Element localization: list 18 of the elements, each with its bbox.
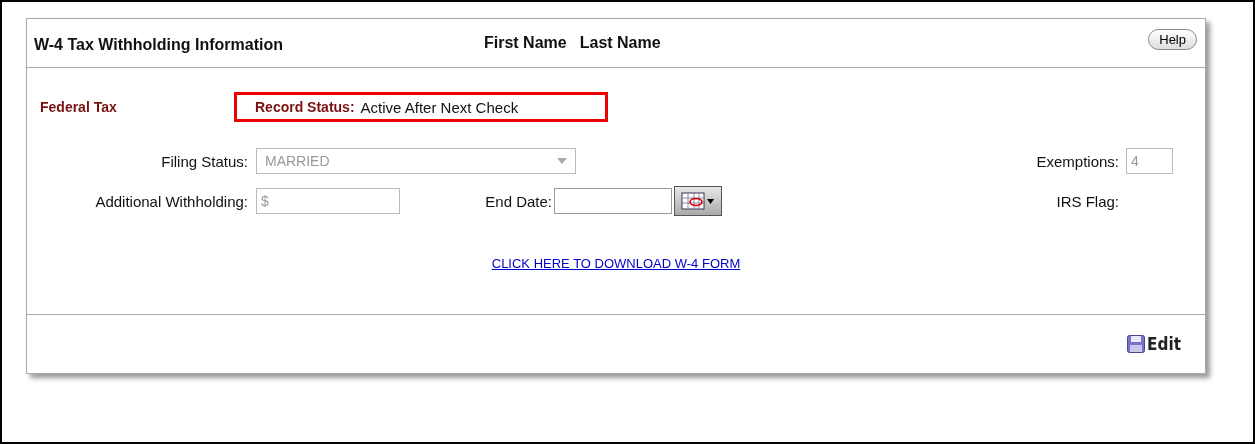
download-link[interactable]: CLICK HERE TO DOWNLOAD W-4 FORM — [491, 256, 741, 271]
field-label: Exemptions: — [1036, 152, 1119, 170]
record-status-label: Record Status: — [255, 99, 355, 115]
help-button[interactable]: Help — [1148, 28, 1197, 50]
end-date-field[interactable] — [554, 188, 672, 214]
panel-title: W-4 Tax Withholding Information — [34, 36, 284, 54]
field-label: Filing Status: — [160, 152, 248, 170]
dropdown-value: MARRIED — [265, 153, 330, 169]
record-status-value: Active After Next Check — [360, 98, 519, 116]
caret-icon — [557, 158, 567, 164]
field-label: Additional Withholding: — [94, 192, 248, 210]
field-label: End Date: — [484, 192, 552, 210]
field-label: IRS Flag: — [1056, 192, 1119, 210]
first-name: First Name — [484, 34, 567, 52]
edit-button[interactable]: Edit — [1127, 334, 1181, 354]
section-label: Federal Tax — [40, 99, 118, 115]
last-name: Last Name — [579, 34, 661, 52]
calendar-button[interactable] — [674, 186, 722, 216]
